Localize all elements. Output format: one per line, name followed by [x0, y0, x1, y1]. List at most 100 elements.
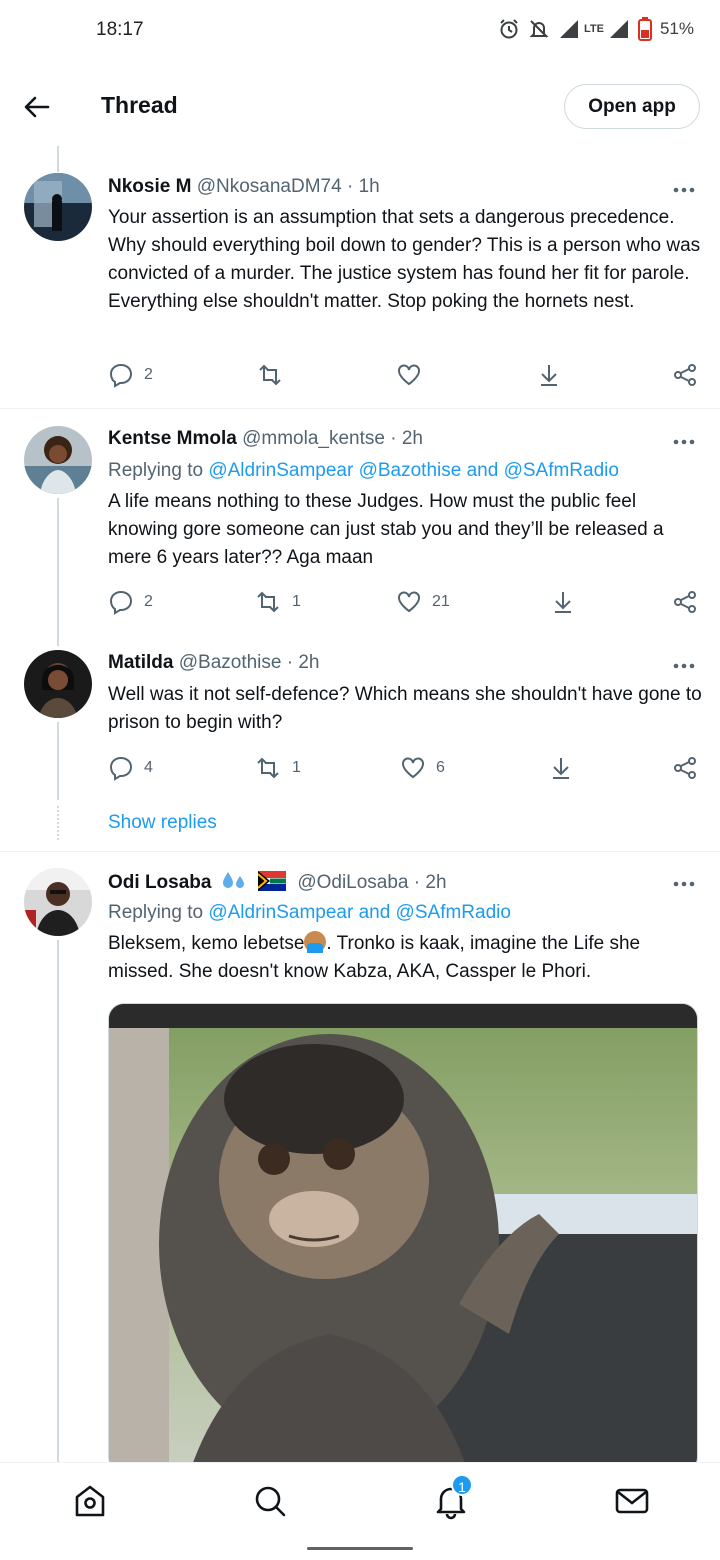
reply-icon — [109, 363, 133, 388]
battery-icon — [637, 17, 652, 41]
reply-count: 2 — [144, 366, 153, 383]
tweet-text: Your assertion is an assumption that set… — [108, 207, 701, 312]
droplets-icon — [222, 872, 244, 888]
replying-prefix: Replying to — [108, 902, 204, 923]
author-handle[interactable]: @Bazothise · 2h — [179, 652, 320, 673]
more-options-icon[interactable] — [670, 432, 698, 452]
south-africa-flag-icon — [258, 871, 287, 891]
tweet-header: Matilda @Bazothise · 2h — [108, 652, 696, 674]
retweet-button[interactable] — [256, 362, 294, 388]
reply-button[interactable]: 2 — [108, 589, 153, 615]
tweet-actions: 2 — [108, 362, 700, 392]
reply-count: 2 — [144, 593, 153, 610]
search-icon[interactable] — [250, 1481, 290, 1521]
network-label: LTE — [584, 23, 604, 35]
signal-icon — [609, 20, 628, 38]
open-app-button[interactable]: Open app — [564, 84, 700, 129]
status-time: 18:17 — [96, 19, 144, 40]
reply-icon — [109, 590, 133, 615]
thread-header: Thread Open app — [0, 60, 720, 152]
tweet-header: Nkosie M @NkosanaDM74 · 1h — [108, 176, 696, 198]
share-button[interactable] — [672, 589, 698, 615]
author-name[interactable]: Odi Losaba — [108, 872, 211, 893]
reply-count: 4 — [144, 759, 153, 776]
tweet-text: Bleksem, kemo lebetse. Tronko is kaak, i… — [108, 930, 708, 986]
more-options-icon[interactable] — [670, 180, 698, 200]
reply-button[interactable]: 4 — [108, 755, 153, 781]
mute-icon — [529, 20, 549, 38]
share-icon — [674, 364, 696, 386]
facepalm-emoji-icon — [304, 931, 327, 953]
retweet-count: 1 — [292, 593, 301, 610]
replying-mentions[interactable]: @AldrinSampear @Bazothise and @SAfmRadio — [208, 460, 619, 481]
like-button[interactable]: 21 — [396, 589, 450, 615]
arrow-left-icon[interactable] — [22, 92, 52, 122]
more-options-icon[interactable] — [670, 656, 698, 676]
share-icon — [674, 757, 696, 779]
messages-icon[interactable] — [612, 1481, 652, 1521]
tweet-media-image[interactable] — [108, 1003, 698, 1473]
thread-connector — [57, 940, 59, 1462]
share-button[interactable] — [672, 362, 698, 388]
divider — [0, 851, 720, 852]
tweet-header: Kentse Mmola @mmola_kentse · 2h — [108, 428, 696, 450]
retweet-icon — [257, 757, 279, 779]
status-icons: LTE 51% — [498, 17, 694, 41]
divider — [0, 408, 720, 409]
download-icon — [553, 758, 569, 779]
bookmark-button[interactable] — [550, 589, 576, 615]
share-button[interactable] — [672, 755, 698, 781]
download-icon — [541, 365, 557, 386]
retweet-count: 1 — [292, 759, 301, 776]
battery-percentage: 51% — [659, 19, 694, 38]
heart-icon — [398, 364, 420, 386]
replying-mentions[interactable]: @AldrinSampear and @SAfmRadio — [208, 902, 511, 923]
avatar[interactable] — [24, 650, 92, 718]
tweet-text: A life means nothing to these Judges. Ho… — [108, 491, 664, 568]
replying-prefix: Replying to — [108, 460, 204, 481]
retweet-icon — [259, 364, 281, 386]
tweet-text-part: Bleksem, kemo lebetse — [108, 933, 305, 954]
bottom-navigation — [0, 1462, 720, 1536]
tweet-actions: 2 1 21 — [108, 589, 700, 619]
heart-icon — [398, 591, 420, 613]
more-options-icon[interactable] — [670, 874, 698, 894]
reply-icon — [109, 756, 133, 781]
like-count: 21 — [432, 593, 450, 610]
avatar[interactable] — [24, 426, 92, 494]
avatar[interactable] — [24, 868, 92, 936]
like-button[interactable] — [396, 362, 432, 388]
thread-connector — [57, 806, 59, 840]
bookmark-button[interactable] — [548, 755, 574, 781]
signal-icon — [560, 20, 578, 38]
replying-to: Replying to @AldrinSampear @Bazothise an… — [108, 460, 619, 482]
notification-badge: 1 — [451, 1474, 473, 1496]
thread-connector — [57, 498, 59, 646]
replying-to: Replying to @AldrinSampear and @SAfmRadi… — [108, 902, 511, 924]
retweet-button[interactable]: 1 — [254, 589, 301, 615]
avatar[interactable] — [24, 173, 92, 241]
retweet-button[interactable]: 1 — [254, 755, 301, 781]
author-name[interactable]: Kentse Mmola — [108, 428, 237, 449]
page-title: Thread — [101, 92, 178, 118]
home-icon[interactable] — [70, 1481, 110, 1521]
thread-connector — [57, 722, 59, 800]
author-handle[interactable]: @mmola_kentse · 2h — [242, 428, 423, 449]
alarm-icon — [500, 19, 518, 39]
author-name[interactable]: Matilda — [108, 652, 173, 673]
home-indicator — [307, 1547, 413, 1550]
bookmark-button[interactable] — [536, 362, 562, 388]
show-replies-link[interactable]: Show replies — [108, 812, 217, 834]
author-name[interactable]: Nkosie M — [108, 176, 191, 197]
download-icon — [555, 592, 571, 613]
author-handle[interactable]: @NkosanaDM74 · 1h — [197, 176, 380, 197]
share-icon — [674, 591, 696, 613]
author-handle[interactable]: @OdiLosaba · 2h — [297, 872, 446, 893]
tweet-actions: 4 1 6 — [108, 755, 700, 785]
tweet-text: Well was it not self-defence? Which mean… — [108, 684, 702, 733]
heart-icon — [402, 757, 424, 779]
tweet-header: Odi Losaba @OdiLosaba · 2h — [108, 870, 696, 894]
reply-button[interactable]: 2 — [108, 362, 153, 388]
retweet-icon — [257, 591, 279, 613]
like-button[interactable]: 6 — [400, 755, 445, 781]
